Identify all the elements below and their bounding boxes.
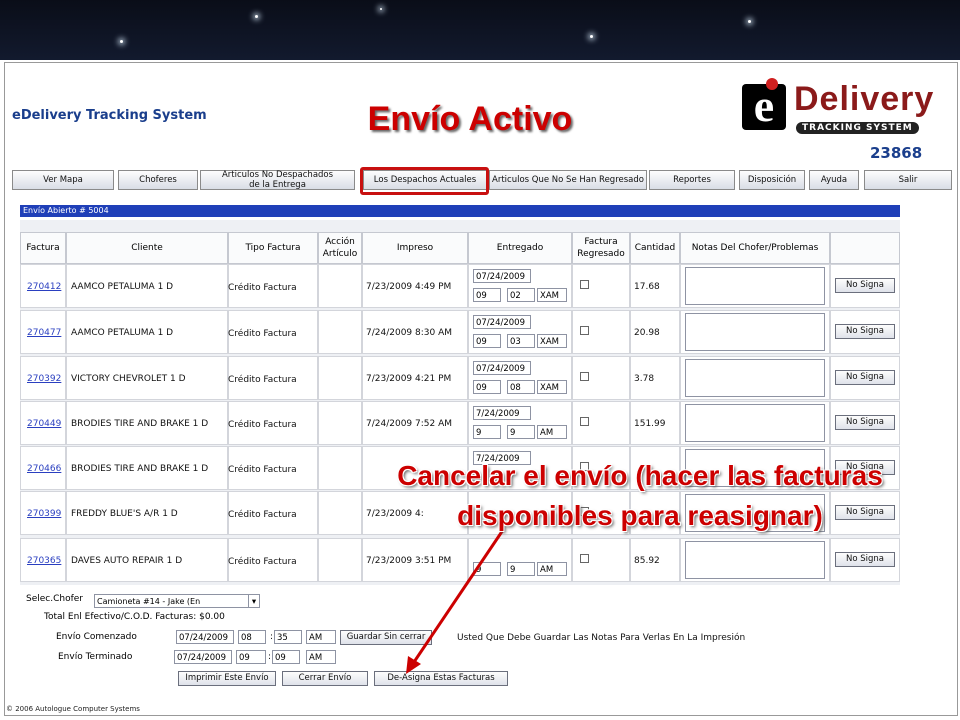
annotation-arrow (406, 529, 505, 674)
annotation-callout: Cancelar el envío (hacer las facturas di… (397, 460, 883, 531)
arrow-head (406, 656, 421, 674)
arrow-line (410, 529, 505, 666)
